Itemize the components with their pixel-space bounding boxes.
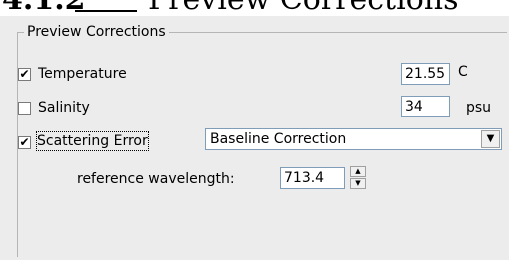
salinity-checkbox[interactable] xyxy=(18,102,31,115)
section-number: 4.1.2 xyxy=(2,0,86,16)
dialog-panel: Preview Corrections ✔ Temperature 21.55 … xyxy=(0,16,509,260)
reference-wavelength-input[interactable]: 713.4 xyxy=(280,167,345,189)
groupbox-legend: Preview Corrections xyxy=(24,23,169,41)
salinity-input[interactable]: 34 xyxy=(401,96,450,117)
reference-wavelength-label: reference wavelength: xyxy=(77,171,235,187)
temperature-label: Temperature xyxy=(38,66,127,82)
salinity-unit: psu xyxy=(466,100,492,116)
page: 4.1.2 Preview Corrections Preview Correc… xyxy=(0,0,509,260)
temperature-checkbox[interactable]: ✔ xyxy=(18,68,31,81)
scattering-label: Scattering Error xyxy=(36,131,149,151)
chevron-down-icon[interactable]: ▼ xyxy=(481,130,500,148)
scattering-checkbox[interactable]: ✔ xyxy=(18,136,31,149)
spin-up-icon[interactable]: ▲ xyxy=(350,166,366,177)
section-title: Preview Corrections xyxy=(148,0,458,16)
heading-underline xyxy=(75,10,137,12)
scattering-method-dropdown[interactable]: Baseline Correction xyxy=(205,128,502,150)
spin-down-icon[interactable]: ▼ xyxy=(350,178,366,189)
salinity-label: Salinity xyxy=(38,100,90,116)
temperature-input[interactable]: 21.55 xyxy=(401,63,450,85)
section-heading: 4.1.2 Preview Corrections xyxy=(0,0,509,16)
scattering-method-selected: Baseline Correction xyxy=(210,131,347,147)
temperature-unit: C xyxy=(458,64,468,80)
